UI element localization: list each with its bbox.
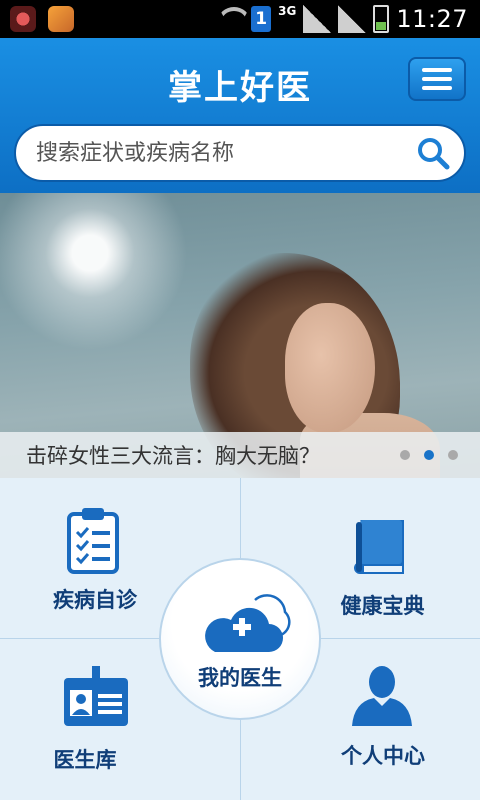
menu-icon — [422, 68, 452, 72]
battery-icon — [373, 5, 390, 33]
notification-app-icon — [10, 6, 36, 32]
notification-app-icon — [48, 6, 74, 32]
signal-icon — [303, 5, 332, 33]
system-icons: 1 3G 11:27 — [216, 2, 468, 36]
clipboard-checklist-icon — [67, 508, 119, 574]
tile-label: 个人中心 — [341, 744, 425, 768]
banner-image — [285, 303, 375, 433]
feature-grid: 疾病自诊 健康宝典 医生库 个人中心 我的医生 — [0, 478, 480, 800]
banner-caption[interactable]: 击碎女性三大流言：胸大无脑？ — [26, 440, 320, 470]
banner-caption-bar: 击碎女性三大流言：胸大无脑？ — [0, 432, 480, 478]
search-bar — [14, 124, 466, 182]
network-type: 3G — [278, 4, 297, 18]
id-badge-icon — [64, 666, 128, 726]
center-label: 我的医生 — [198, 666, 282, 690]
sim-icon: 1 — [251, 6, 272, 32]
notification-area — [10, 6, 74, 32]
app-header: 掌上好医 — [0, 38, 480, 193]
carousel-dot[interactable] — [448, 450, 458, 460]
wifi-icon — [216, 7, 244, 31]
my-doctor-button[interactable]: 我的医生 — [159, 558, 321, 720]
book-icon — [354, 520, 404, 574]
search-input[interactable] — [36, 126, 406, 180]
tile-label: 疾病自诊 — [53, 588, 137, 612]
menu-button[interactable] — [408, 57, 466, 101]
search-icon[interactable] — [416, 136, 450, 170]
menu-icon — [422, 77, 452, 81]
banner-image — [0, 193, 200, 353]
carousel-dot[interactable] — [400, 450, 410, 460]
signal-icon — [338, 5, 367, 33]
cloud-plus-icon — [205, 594, 291, 652]
person-icon — [352, 666, 412, 726]
tile-label: 医生库 — [53, 748, 117, 772]
banner-carousel[interactable]: 击碎女性三大流言：胸大无脑？ — [0, 193, 480, 478]
clock: 11:27 — [396, 5, 468, 33]
carousel-indicator — [400, 450, 458, 460]
status-bar: 1 3G 11:27 — [0, 0, 480, 38]
menu-icon — [422, 86, 452, 90]
carousel-dot-active[interactable] — [424, 450, 434, 460]
